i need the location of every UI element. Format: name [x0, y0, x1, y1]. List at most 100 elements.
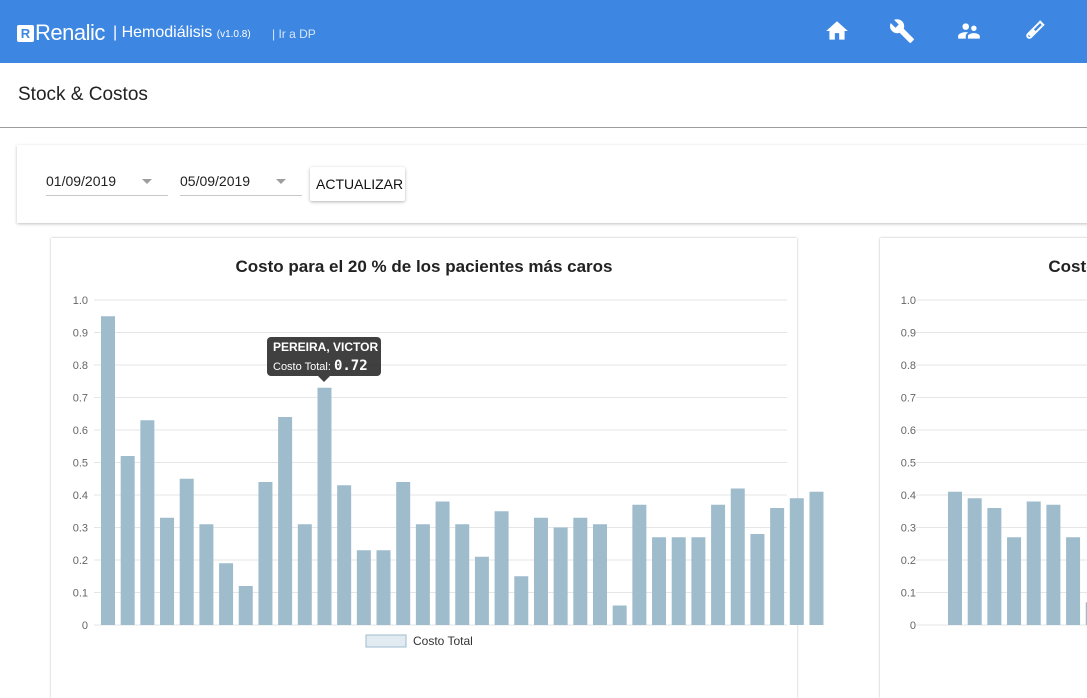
bar: [711, 504, 726, 625]
bar: [691, 537, 706, 625]
bar: [789, 498, 804, 625]
test-tube-icon[interactable]: [1021, 18, 1047, 44]
bar: [474, 556, 489, 625]
cost-chart-top-patients: Costo para el 20 % de los pacientes más …: [73, 257, 824, 648]
bar: [770, 508, 785, 625]
y-tick-label: 0.8: [901, 360, 916, 372]
bar: [1046, 504, 1061, 625]
logo-text: Renalic: [35, 20, 105, 45]
bar: [278, 417, 293, 625]
bar: [219, 563, 234, 625]
y-tick-label: 0.9: [901, 328, 916, 340]
bar: [317, 387, 332, 625]
bar: [632, 504, 647, 625]
chart-card-top-patients: Costo para el 20 % de los pacientes más …: [51, 238, 824, 698]
y-tick-label: 0.5: [901, 458, 916, 470]
y-tick-label: 0.3: [73, 523, 88, 535]
bar: [1066, 537, 1081, 625]
y-tick-label: 0.8: [73, 360, 88, 372]
ir-dp-link[interactable]: | Ir a DP: [272, 27, 316, 41]
y-tick-label: 0.2: [73, 555, 88, 567]
y-tick-label: 1.0: [73, 295, 88, 307]
app-title-text: | Hemodiálisis: [113, 24, 213, 41]
y-tick-label: 0.1: [901, 588, 916, 600]
y-tick-label: 0.6: [73, 425, 88, 437]
chart-tooltip: PEREIRA, VICTOR Costo Total: 0.72: [267, 337, 381, 382]
legend-swatch: [365, 634, 407, 648]
tooltip-label-text: Costo Total:: [273, 361, 331, 373]
top-bar: R Renalic | Hemodiálisis (v1.0.8) | Ir a…: [0, 0, 1087, 63]
y-tick-label: 0: [82, 620, 88, 632]
bar: [809, 491, 824, 625]
bar: [160, 517, 175, 625]
bar: [101, 316, 115, 625]
bar: [140, 420, 155, 625]
bar: [494, 511, 509, 625]
chevron-down-icon: [276, 179, 286, 184]
y-tick-label: 0.1: [73, 588, 88, 600]
wrench-icon[interactable]: [889, 18, 915, 44]
tooltip-name: PEREIRA, VICTOR: [273, 340, 379, 354]
tooltip-arrow: [318, 376, 330, 382]
bar: [750, 534, 765, 625]
date-from-select[interactable]: 01/09/2019: [46, 171, 168, 196]
chart-card-second: Costo p 0 0.1 0.2 0.3 0.4 0.5 0.6 0.7 0.8 0.9 1.0: [880, 238, 1087, 698]
bar: [396, 482, 411, 625]
bar: [514, 576, 529, 625]
bar: [120, 456, 135, 625]
page-header: Stock & Costos: [0, 63, 1087, 128]
tooltip-label: Costo Total: 0.72: [273, 358, 368, 374]
bar: [967, 498, 982, 625]
bar: [199, 524, 214, 625]
tooltip-value: 0.72: [333, 358, 368, 374]
update-button[interactable]: ACTUALIZAR: [310, 167, 405, 201]
y-tick-label: 0.7: [901, 393, 916, 405]
bar: [179, 478, 194, 625]
y-tick-label: 0.9: [73, 328, 88, 340]
chevron-down-icon: [142, 179, 152, 184]
bar: [652, 537, 667, 625]
date-from-value: 01/09/2019: [46, 173, 117, 189]
date-to-select[interactable]: 05/09/2019: [180, 171, 302, 196]
legend-label: Costo Total: [413, 634, 473, 648]
y-tick-label: 0.5: [73, 458, 88, 470]
bar: [415, 524, 430, 625]
people-icon[interactable]: [956, 18, 982, 44]
bar: [533, 517, 548, 625]
bar: [258, 482, 273, 625]
home-icon[interactable]: [824, 18, 850, 44]
y-tick-label: 0.4: [73, 490, 88, 502]
app-title: | Hemodiálisis (v1.0.8): [113, 24, 251, 42]
bar: [1007, 537, 1022, 625]
chart-title: Costo para el 20 % de los pacientes más …: [236, 257, 613, 276]
chart-title: Costo p: [1048, 257, 1087, 276]
y-tick-label: 0: [910, 620, 916, 632]
bar: [553, 527, 568, 625]
y-tick-label: 0.6: [901, 425, 916, 437]
y-tick-label: 1.0: [901, 295, 916, 307]
y-tick-label: 0.2: [901, 555, 916, 567]
page-title: Stock & Costos: [18, 84, 148, 105]
bar: [435, 501, 450, 625]
bar: [987, 508, 1002, 625]
y-tick-label: 0.3: [901, 523, 916, 535]
bar: [1026, 501, 1041, 625]
date-to-value: 05/09/2019: [180, 173, 251, 189]
app-version: (v1.0.8): [216, 29, 251, 40]
y-tick-label: 0.4: [901, 490, 916, 502]
bar: [376, 550, 391, 625]
bar: [612, 605, 627, 625]
filter-bar: 01/09/2019 05/09/2019 ACTUALIZAR: [17, 145, 1087, 223]
bar: [297, 524, 312, 625]
logo[interactable]: R Renalic: [17, 20, 105, 46]
bar: [455, 524, 470, 625]
bar: [337, 485, 352, 625]
bar: [573, 517, 588, 625]
bar: [593, 524, 607, 625]
cost-chart-second: Costo p 0 0.1 0.2 0.3 0.4 0.5 0.6 0.7 0.8 0.9 1.0: [901, 257, 1087, 632]
bar: [356, 550, 371, 625]
bar: [730, 488, 745, 625]
bar: [948, 491, 962, 625]
logo-mark: R: [17, 24, 34, 42]
bar: [238, 586, 253, 625]
